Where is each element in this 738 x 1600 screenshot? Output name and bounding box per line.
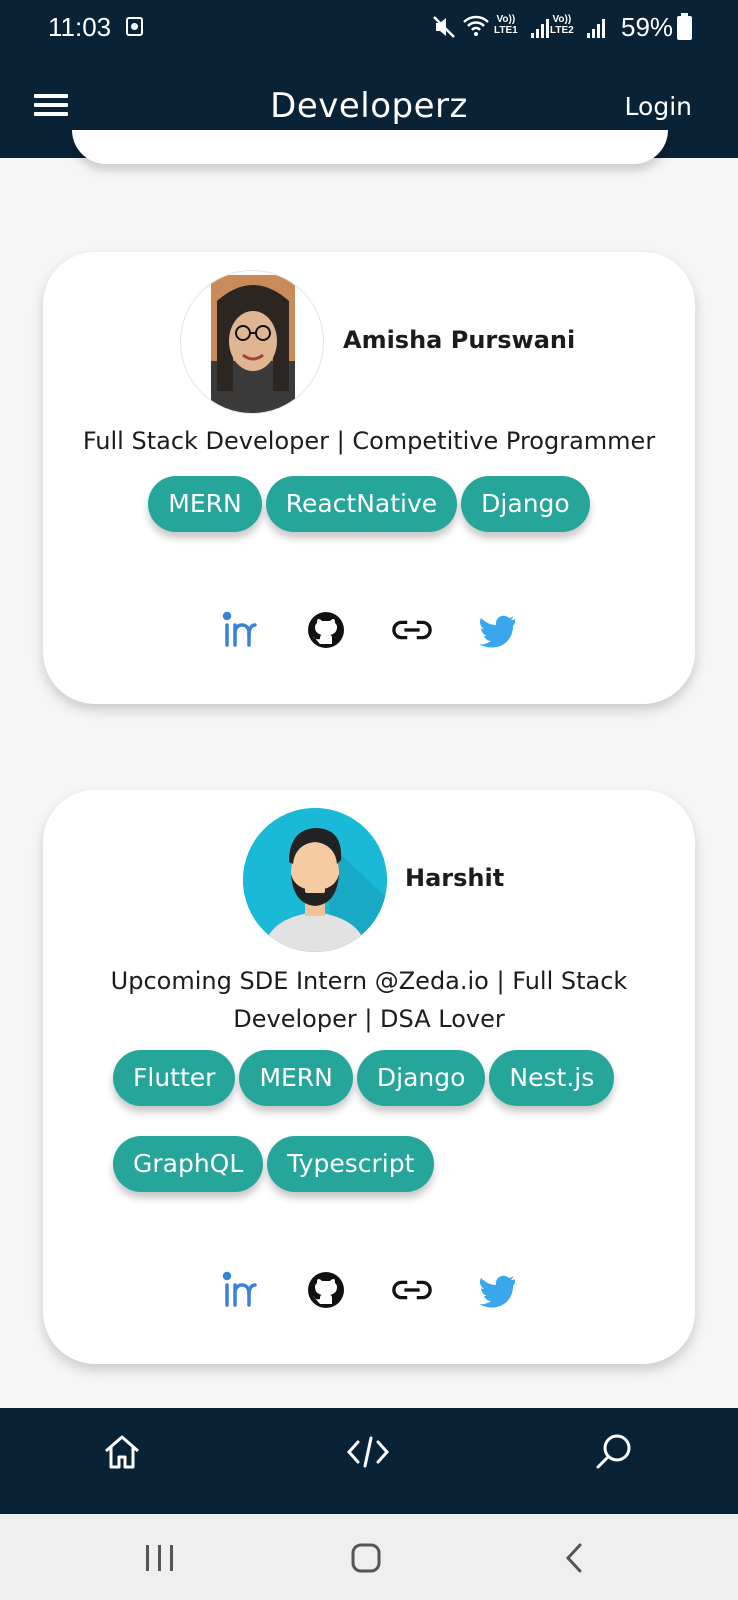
linkedin-icon[interactable] <box>220 1270 260 1310</box>
developer-card: Harshit Upcoming SDE Intern @Zeda.io | F… <box>43 790 695 1364</box>
developer-card-previous <box>72 130 668 164</box>
status-bar: 11:03 Vo)) LTE1 Vo)) LTE2 59% <box>0 0 738 56</box>
net2-bottom: LTE2 <box>550 25 574 36</box>
network-label-2: Vo)) LTE2 <box>550 14 574 36</box>
social-links <box>43 1270 695 1310</box>
skill-chip: Django <box>356 1050 486 1106</box>
developer-card: Amisha Purswani Full Stack Developer | C… <box>43 252 695 704</box>
skill-chip: Django <box>461 476 590 532</box>
skill-chip: GraphQL <box>113 1136 264 1192</box>
skill-list: Flutter MERN Django Nest.js GraphQL Type… <box>113 1050 633 1192</box>
net1-bottom: LTE1 <box>494 25 518 36</box>
network-label-1: Vo)) LTE1 <box>494 14 518 36</box>
code-icon[interactable] <box>344 1428 392 1476</box>
status-time: 11:03 <box>48 12 112 42</box>
developer-name: Amisha Purswani <box>343 326 576 354</box>
signal-icon <box>587 18 605 38</box>
bottom-navigation <box>0 1408 738 1514</box>
github-icon[interactable] <box>306 1270 346 1310</box>
social-links <box>43 610 695 650</box>
skill-chip: Typescript <box>267 1136 435 1192</box>
twitter-icon[interactable] <box>478 1270 518 1310</box>
developer-name: Harshit <box>405 864 505 892</box>
mute-icon <box>433 15 455 43</box>
home-icon[interactable] <box>98 1428 146 1476</box>
link-icon[interactable] <box>392 610 432 650</box>
system-home-icon[interactable] <box>344 1536 388 1580</box>
signal-icon <box>531 18 549 38</box>
skill-chip: ReactNative <box>265 476 458 532</box>
linkedin-icon[interactable] <box>220 610 260 650</box>
skill-list: MERN ReactNative Django <box>103 476 635 532</box>
skill-chip: Nest.js <box>489 1050 615 1106</box>
battery-icon <box>677 13 692 40</box>
developer-bio: Upcoming SDE Intern @Zeda.io | Full Stac… <box>110 967 628 1033</box>
link-icon[interactable] <box>392 1270 432 1310</box>
skill-chip: MERN <box>148 476 262 532</box>
recents-icon[interactable] <box>138 1536 182 1580</box>
screen-record-icon <box>126 17 143 36</box>
battery-percent: 59% <box>621 12 674 42</box>
login-button[interactable]: Login <box>625 92 692 121</box>
net2-top: Vo)) <box>552 14 572 25</box>
avatar <box>180 270 324 414</box>
wifi-icon <box>462 13 490 43</box>
skill-chip: Flutter <box>113 1050 236 1106</box>
developer-bio: Full Stack Developer | Competitive Progr… <box>82 427 656 455</box>
back-icon[interactable] <box>552 1536 596 1580</box>
system-navigation <box>0 1514 738 1600</box>
github-icon[interactable] <box>306 610 346 650</box>
skill-chip: MERN <box>239 1050 353 1106</box>
search-icon[interactable] <box>590 1428 638 1476</box>
net1-top: Vo)) <box>496 14 516 25</box>
twitter-icon[interactable] <box>478 610 518 650</box>
avatar <box>243 808 387 952</box>
